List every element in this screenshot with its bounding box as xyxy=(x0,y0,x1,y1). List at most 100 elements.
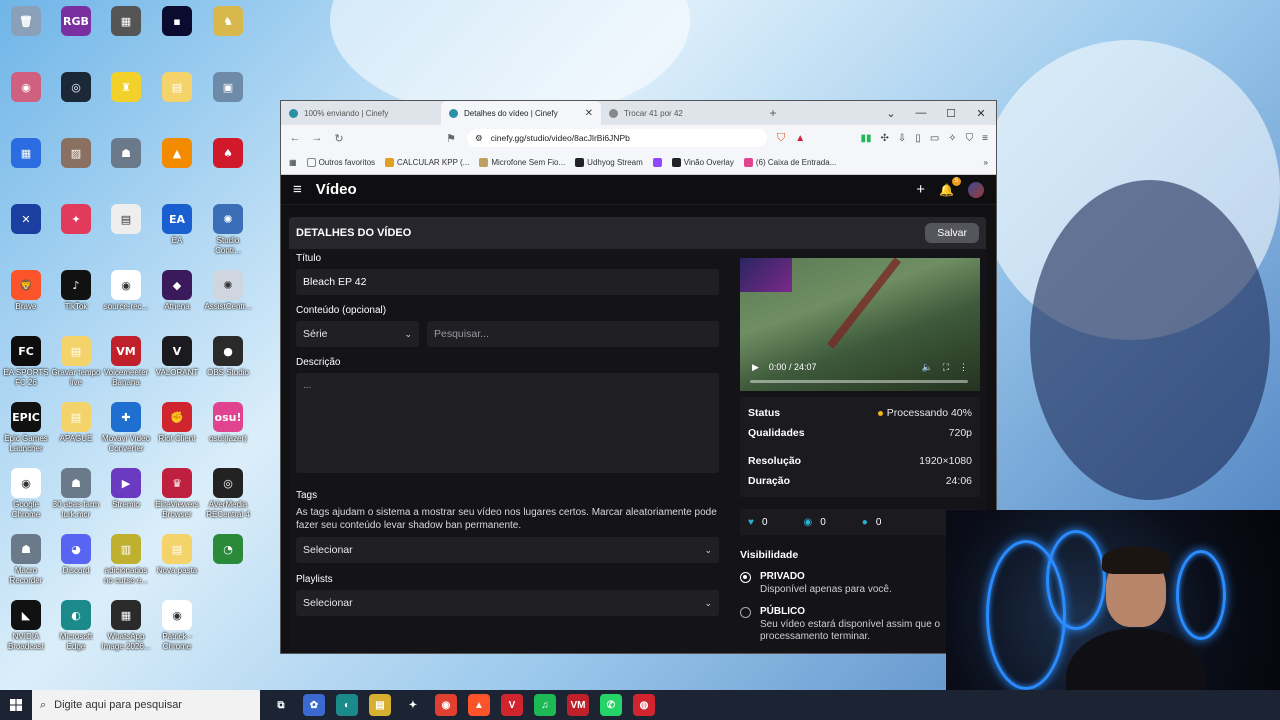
avatar[interactable] xyxy=(968,181,984,198)
desktop-icon[interactable]: ✺ Studio Contr... xyxy=(203,204,253,256)
taskbar-search-input[interactable]: ⌕ Digite aqui para pesquisar xyxy=(32,690,260,720)
maximize-button[interactable]: ☐ xyxy=(936,107,966,120)
desktop-icon[interactable]: ▣ xyxy=(203,72,253,104)
desktop-icon[interactable]: ▤ xyxy=(101,204,151,236)
download-icon[interactable]: ⇩ xyxy=(898,133,906,144)
tab-upload[interactable]: 100% enviando | Cinefy xyxy=(281,101,441,125)
app2-taskbar-icon[interactable]: ◍ xyxy=(633,694,655,716)
back-button[interactable]: ← xyxy=(289,132,301,144)
desktop-icon[interactable]: ▦ xyxy=(101,6,151,38)
edge-taskbar-icon[interactable]: ◐ xyxy=(336,694,358,716)
desktop-icon[interactable]: ☗ 30 abas farm lurk.mcr xyxy=(51,468,101,520)
desktop-icon[interactable]: ◉ Google Chrome xyxy=(1,468,51,520)
bookmark-item[interactable]: Udhyog Stream xyxy=(575,158,643,167)
desktop-icon[interactable]: ▤ Gravar tempo live xyxy=(51,336,101,388)
desktop-icon[interactable]: ◆ Athena xyxy=(152,270,202,312)
desktop-icon[interactable]: ▤ Nova pasta xyxy=(152,534,202,576)
video-progress-bar[interactable] xyxy=(750,380,968,383)
app-taskbar-icon[interactable]: ✦ xyxy=(402,694,424,716)
desktop-icon[interactable]: VM Voicemeeter Banana xyxy=(101,336,151,388)
tab-video-details[interactable]: Detalhes do vídeo | Cinefy ✕ xyxy=(441,101,601,125)
desktop-icon[interactable]: ◣ NVIDIA Broadcast xyxy=(1,600,51,652)
desktop-icon[interactable]: ◉ xyxy=(1,72,51,104)
desktop-icon[interactable]: 🗑 xyxy=(1,6,51,38)
new-tab-button[interactable]: + xyxy=(761,106,785,120)
desktop-icon[interactable]: ☗ xyxy=(101,138,151,170)
desktop-icon[interactable]: osu! osu!(lazer) xyxy=(203,402,253,444)
desktop-icon[interactable]: ♜ xyxy=(101,72,151,104)
desktop-icon[interactable]: RGB xyxy=(51,6,101,38)
bookmark-item[interactable]: Vinão Overlay xyxy=(671,158,734,167)
desktop-icon[interactable]: FC EA SPORTS FC 26 xyxy=(1,336,51,388)
desktop-icon[interactable]: ▤ xyxy=(152,72,202,104)
desktop-icon[interactable]: ◉ Patrick - Chrome xyxy=(152,600,202,652)
brave-taskbar-icon[interactable]: ▲ xyxy=(468,694,490,716)
puzzle-icon[interactable]: ✣ xyxy=(881,133,889,144)
desktop-icon[interactable]: EPIC Epic Games Launcher xyxy=(1,402,51,454)
play-icon[interactable]: ▶ xyxy=(752,362,759,373)
explorer-taskbar-icon[interactable]: ▤ xyxy=(369,694,391,716)
notifications-bell-icon[interactable]: 🔔 5 xyxy=(939,176,961,197)
desktop-icon[interactable]: ▤ APAGUE xyxy=(51,402,101,444)
chrome-taskbar-icon[interactable]: ◉ xyxy=(435,694,457,716)
content-type-select[interactable]: Série ⌄ xyxy=(296,321,419,347)
desktop-icon[interactable]: ✚ Movavi Video Converter xyxy=(101,402,151,454)
tab-list-icon[interactable]: ⌄ xyxy=(876,107,906,120)
desktop-icon[interactable]: ▲ xyxy=(152,138,202,170)
fullscreen-icon[interactable]: ⛶ xyxy=(943,362,949,373)
desktop-icon[interactable]: ◎ AVerMedia RECentral 4 xyxy=(203,468,253,520)
bookmark-icon[interactable]: ⚑ xyxy=(445,132,457,145)
desktop-icon[interactable]: ▦ xyxy=(1,138,51,170)
forward-button[interactable]: → xyxy=(311,132,323,144)
desktop-icon[interactable]: ▨ xyxy=(51,138,101,170)
save-button[interactable]: Salvar xyxy=(925,223,979,243)
public-radio[interactable] xyxy=(740,607,751,618)
volume-icon[interactable]: 🔈 xyxy=(921,362,932,373)
leo-icon[interactable]: ✧ xyxy=(948,133,956,144)
more-options-icon[interactable]: ⋮ xyxy=(959,362,968,373)
desktop-icon[interactable]: ✦ xyxy=(51,204,101,236)
visibility-private-option[interactable]: PRIVADO Disponível apenas para você. xyxy=(740,571,980,596)
desktop-icon[interactable]: ● OBS Studio xyxy=(203,336,253,378)
desktop-icon[interactable]: ◔ xyxy=(203,534,253,566)
sidebar-icon[interactable]: ▯ xyxy=(915,133,921,144)
reload-button[interactable]: ↻ xyxy=(333,132,345,145)
desktop-icon[interactable]: ♠ xyxy=(203,138,253,170)
desktop-icon[interactable]: ◎ xyxy=(51,72,101,104)
desktop-icon[interactable]: 🦁 Brave xyxy=(1,270,51,312)
desktop-icon[interactable]: ✺ AssistCentr... xyxy=(203,270,253,312)
desktop-icon[interactable]: ▦ WhatsApp Image 2026... xyxy=(101,600,151,652)
hamburger-menu-icon[interactable]: ≡ xyxy=(293,181,302,198)
bookmark-item[interactable]: Outros favoritos xyxy=(306,158,375,167)
video-player[interactable]: ▶ 0:00 / 24:07 🔈 ⛶ ⋮ xyxy=(740,258,980,391)
content-search-input[interactable]: Pesquisar... xyxy=(427,321,719,347)
close-window-button[interactable]: ✕ xyxy=(966,107,996,120)
voicemeeter-taskbar-icon[interactable]: VM xyxy=(567,694,589,716)
minimize-button[interactable]: — xyxy=(906,107,936,120)
desktop-icon[interactable]: ☗ Macro Recorder xyxy=(1,534,51,586)
wallet-icon[interactable]: ▭ xyxy=(930,133,939,144)
description-textarea[interactable]: ... xyxy=(296,373,719,473)
tab-trocar[interactable]: Trocar 41 por 42 xyxy=(601,101,761,125)
desktop-icon[interactable]: ▥ adicionados no curso e... xyxy=(101,534,151,586)
desktop-icon[interactable]: ◕ Discord xyxy=(51,534,101,576)
site-info-icon[interactable]: ⚙ xyxy=(475,133,483,144)
desktop-icon[interactable]: ◉ source-rec... xyxy=(101,270,151,312)
desktop-icon[interactable]: V VALORANT xyxy=(152,336,202,378)
desktop-icon[interactable]: ♪ TikTok xyxy=(51,270,101,312)
bookmark-item[interactable]: (6) Caixa de Entrada... xyxy=(743,158,836,167)
brave-shield-icon[interactable]: ⛉ xyxy=(777,132,785,145)
desktop-icon[interactable]: EA EA xyxy=(152,204,202,246)
bookmark-item[interactable]: Microfone Sem Fio... xyxy=(479,158,565,167)
close-tab-icon[interactable]: ✕ xyxy=(585,108,593,119)
desktop-icon[interactable]: ◐ Microsoft Edge xyxy=(51,600,101,652)
create-plus-icon[interactable]: + xyxy=(916,181,925,198)
desktop-icon[interactable]: ▪ xyxy=(152,6,202,38)
tags-select[interactable]: Selecionar ⌄ xyxy=(296,537,719,563)
menu-icon[interactable]: ≡ xyxy=(982,133,988,144)
playlists-select[interactable]: Selecionar ⌄ xyxy=(296,590,719,616)
copilot-taskbar-icon[interactable]: ✿ xyxy=(303,694,325,716)
desktop-icon[interactable]: ✊ Riot Client xyxy=(152,402,202,444)
desktop-icon[interactable]: ♛ EliteViewers Browser xyxy=(152,468,202,520)
task-view-taskbar-icon[interactable]: ⧉ xyxy=(270,694,292,716)
